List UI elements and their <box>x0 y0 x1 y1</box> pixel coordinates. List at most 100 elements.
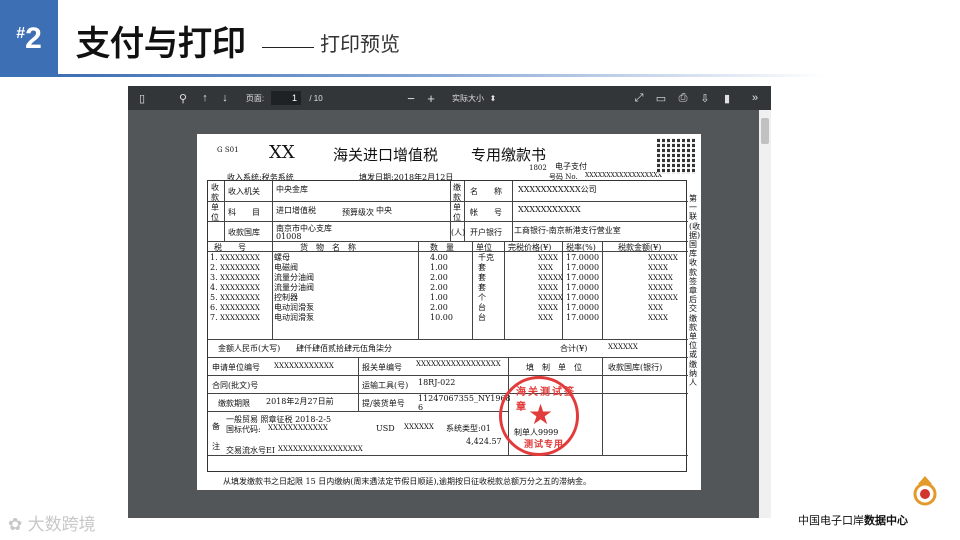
item-rate: 17.0000 <box>566 283 600 292</box>
brand-name-bold: 数据中心 <box>864 514 908 527</box>
item-amt: XXXX <box>648 264 668 272</box>
previous-page-icon[interactable]: ↑ <box>198 86 212 110</box>
remarks-label-1: 备 <box>212 422 220 431</box>
form-heading: 海关进口增值税 <box>333 146 439 164</box>
account-label: 帐 号 <box>470 208 502 217</box>
page-subtitle: 打印预览 <box>320 32 400 56</box>
item-no: 3. <box>210 273 218 282</box>
zoom-out-icon[interactable]: − <box>404 86 418 110</box>
print-icon[interactable]: ⎙ <box>676 86 690 110</box>
page-label: 页面: <box>245 93 265 103</box>
form-heading-2: 专用缴款书 <box>471 146 547 164</box>
seal-bottom-text: 测试专用 <box>524 440 565 450</box>
brand-logo-icon <box>913 476 937 506</box>
watermark-text: 大数跨境 <box>27 515 96 535</box>
treasury-code: 01008 <box>276 232 302 241</box>
bank-value: 工商银行-南京新港支行营业室 <box>514 226 621 235</box>
item-price: XXXX <box>538 284 558 292</box>
account-value: XXXXXXXXXXX <box>518 205 581 214</box>
page-number-input[interactable]: 1 <box>271 91 301 105</box>
declaration-no-value: XXXXXXXXXXXXXXXXX <box>416 360 501 368</box>
item-amt: XXXXX <box>648 284 673 292</box>
item-rate: 17.0000 <box>566 303 600 312</box>
item-qty: 10.00 <box>430 313 453 322</box>
transport-label: 运输工具(号) <box>362 381 409 390</box>
declaration-no-label: 报关单编号 <box>362 363 402 372</box>
watermark-icon: ✿ <box>8 515 23 535</box>
tools-menu-icon[interactable]: » <box>748 86 762 110</box>
deadline-value: 2018年2月27日前 <box>266 397 334 406</box>
watermark: ✿ 大数跨境 <box>8 510 96 535</box>
col-rate: 税率(%) <box>566 243 596 252</box>
item-tax: XXXXXXXX <box>220 294 260 302</box>
system-category: 系统类型:01 <box>446 424 491 433</box>
item-tax: XXXXXXXX <box>220 304 260 312</box>
name-label: 名 称 <box>470 187 502 196</box>
item-unit: 个 <box>478 293 486 302</box>
col-amount: 税款金额(¥) <box>618 243 662 252</box>
applicant-no-label: 申请单位编号 <box>212 363 260 372</box>
item-no: 5. <box>210 293 218 302</box>
payer-unit-label: 缴款单位 <box>453 183 461 222</box>
amount-short: 4,424.57 <box>466 437 502 446</box>
sidebar-toggle-icon[interactable]: ▯ <box>134 86 150 110</box>
total-value: XXXXXX <box>608 343 638 351</box>
item-price: XXXX <box>538 254 558 262</box>
item-price: XXX <box>538 314 553 322</box>
scrollbar-thumb[interactable] <box>761 118 769 144</box>
item-amt: XXXXX <box>648 274 673 282</box>
item-tax: XXXXXXXX <box>220 254 260 262</box>
next-page-icon[interactable]: ↓ <box>218 86 232 110</box>
item-name: 流量分油阀 <box>274 283 314 292</box>
bookmark-icon[interactable]: ▮ <box>720 86 734 110</box>
open-file-icon[interactable]: ▭ <box>654 86 668 110</box>
remarks-code-label: 国标代码: <box>226 425 261 434</box>
col-tax-no: 税 号 <box>214 243 246 252</box>
item-tax: XXXXXXXX <box>220 314 260 322</box>
footnote: 从填发缴款书之日起限 15 日内缴纳(周末遇法定节假日顺延),逾期按日征收税款总… <box>223 477 592 486</box>
item-qty: 2.00 <box>430 303 448 312</box>
page-title: 支付与打印 <box>76 24 246 64</box>
brand-name-normal: 中国电子口岸 <box>798 514 864 527</box>
zoom-in-icon[interactable]: + <box>424 86 438 110</box>
item-name: 电动润滑泵 <box>274 303 314 312</box>
page-total: / 10 <box>309 93 323 103</box>
side-note: 第一联(收据)国库收款签章后交缴款单位或缴纳人 <box>689 194 701 388</box>
item-price: XXXX <box>538 304 558 312</box>
payer-ren-label: (人) <box>451 228 466 237</box>
title-divider <box>262 47 314 48</box>
item-no: 7. <box>210 313 218 322</box>
transport-value: 18RJ-022 <box>418 378 456 387</box>
item-unit: 套 <box>478 283 486 292</box>
item-amt: XXXX <box>648 314 668 322</box>
item-rate: 17.0000 <box>566 253 600 262</box>
presentation-mode-icon[interactable]: ⤢ <box>632 86 646 110</box>
form-code: G S01 <box>217 146 239 154</box>
usd-label: USD <box>376 424 395 433</box>
item-rate: 17.0000 <box>566 273 600 282</box>
item-tax: XXXXXXXX <box>220 274 260 282</box>
item-rate: 17.0000 <box>566 263 600 272</box>
zoom-select[interactable]: 实际大小 <box>446 86 490 110</box>
bank-label: 开户银行 <box>470 228 502 237</box>
section-number: 2 <box>25 21 42 55</box>
name-value: XXXXXXXXXXX公司 <box>518 185 597 194</box>
section-number-badge: # 2 <box>0 0 58 77</box>
brand-name: 中国电子口岸数据中心 <box>798 512 908 528</box>
serial-label: 交易流水号EI <box>226 446 275 455</box>
vertical-scrollbar[interactable] <box>759 110 771 518</box>
item-rate: 17.0000 <box>566 313 600 322</box>
fill-unit-label: 填 制 单 位 <box>526 363 582 372</box>
item-unit: 千克 <box>478 253 494 262</box>
search-icon[interactable]: ⚲ <box>176 86 190 110</box>
item-name: 螺母 <box>274 253 290 262</box>
item-name: 控制器 <box>274 293 298 302</box>
download-icon[interactable]: ⇩ <box>698 86 712 110</box>
item-no: 4. <box>210 283 218 292</box>
zoom-select-arrow[interactable]: ⬍ <box>488 86 498 110</box>
remarks-label-2: 注 <box>212 442 220 451</box>
number-value: XXXXXXXXXXXXXXXXXX <box>585 172 662 179</box>
remarks-code-value: XXXXXXXXXXXX <box>268 424 328 432</box>
form-xx: XX <box>269 142 295 163</box>
budget-level-label: 预算级次 <box>342 208 374 217</box>
